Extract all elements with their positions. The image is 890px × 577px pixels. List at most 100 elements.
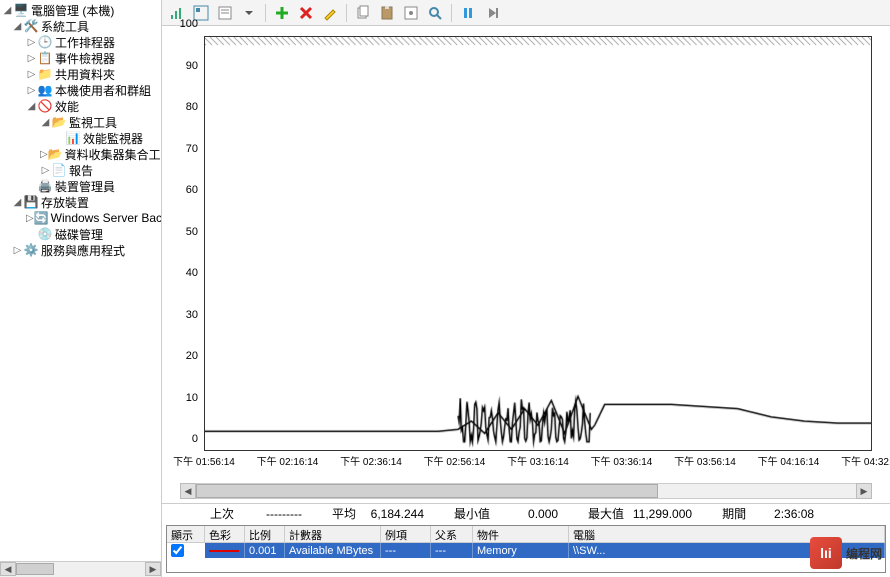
counter-grid[interactable]: 顯示 色彩 比例 計數器 例項 父系 物件 電腦 0.001 Available… (166, 525, 886, 573)
zoom-button[interactable] (424, 2, 446, 24)
services-icon: ⚙️ (23, 242, 39, 258)
stat-last-value: --------- (242, 507, 302, 521)
tree-device-mgr[interactable]: 🖨️裝置管理員 (0, 178, 161, 194)
scroll-right-icon[interactable]: ▶ (145, 562, 161, 576)
x-tick: 下午 02:36:14 (340, 453, 402, 468)
col-show[interactable]: 顯示 (167, 526, 205, 542)
folder-icon: 📂 (51, 114, 67, 130)
stat-last-label: 上次 (210, 505, 234, 522)
tree-hscrollbar[interactable]: ◀ ▶ (0, 561, 161, 577)
stat-avg-label: 平均 (332, 505, 356, 522)
tree-perf-monitor[interactable]: 📊效能監視器 (0, 130, 161, 146)
row-object: Memory (473, 543, 569, 558)
folder-share-icon: 📁 (37, 66, 53, 82)
col-instance[interactable]: 例項 (381, 526, 431, 542)
scroll-track[interactable] (196, 483, 856, 499)
col-parent[interactable]: 父系 (431, 526, 473, 542)
toolbar (162, 0, 890, 26)
row-color-swatch (205, 543, 245, 558)
tree-label: 磁碟管理 (55, 226, 103, 243)
tree-label: 存放裝置 (41, 194, 89, 211)
y-tick: 0 (192, 433, 198, 445)
tree-system-tools[interactable]: ◢🛠️系統工具 (0, 18, 161, 34)
users-icon: 👥 (37, 82, 53, 98)
col-object[interactable]: 物件 (473, 526, 569, 542)
copy-button[interactable] (352, 2, 374, 24)
col-counter[interactable]: 計數器 (285, 526, 381, 542)
tree-shared-folders[interactable]: ▷📁共用資料夾 (0, 66, 161, 82)
stats-row: 上次 --------- 平均 6,184.244 最小值 0.000 最大值 … (162, 503, 890, 523)
separator (451, 4, 452, 22)
backup-icon: 🔄 (34, 210, 49, 226)
x-axis: 下午 01:56:14下午 02:16:14下午 02:36:14下午 02:5… (204, 453, 872, 469)
col-scale[interactable]: 比例 (245, 526, 285, 542)
stat-min-label: 最小值 (454, 505, 490, 522)
row-show-checkbox[interactable] (167, 543, 205, 558)
stat-dur-value: 2:36:08 (754, 507, 814, 521)
tree-root[interactable]: ◢🖥️電腦管理 (本機) (0, 2, 161, 18)
tree-disk-mgmt[interactable]: 💿磁碟管理 (0, 226, 161, 242)
nav-tree[interactable]: ◢🖥️電腦管理 (本機) ◢🛠️系統工具 ▷🕒工作排程器 ▷📋事件檢視器 ▷📁共… (0, 0, 161, 561)
tools-icon: 🛠️ (23, 18, 39, 34)
stat-min-value: 0.000 (498, 507, 558, 521)
row-counter: Available MBytes (285, 543, 381, 558)
properties-button[interactable] (400, 2, 422, 24)
scroll-left-icon[interactable]: ◀ (180, 483, 196, 499)
view-report-button[interactable] (214, 2, 236, 24)
tree-storage[interactable]: ◢💾存放裝置 (0, 194, 161, 210)
chart-area: 0102030405060708090100 下午 01:56:14下午 02:… (162, 26, 890, 481)
scroll-thumb[interactable] (196, 484, 658, 498)
checkbox[interactable] (171, 544, 184, 557)
y-tick: 50 (186, 226, 198, 238)
freeze-button[interactable] (457, 2, 479, 24)
event-icon: 📋 (37, 50, 53, 66)
delete-counter-button[interactable] (295, 2, 317, 24)
counter-row[interactable]: 0.001 Available MBytes --- --- Memory \\… (167, 543, 885, 558)
scroll-right-icon[interactable]: ▶ (856, 483, 872, 499)
y-tick: 80 (186, 101, 198, 113)
separator (346, 4, 347, 22)
tree-task-scheduler[interactable]: ▷🕒工作排程器 (0, 34, 161, 50)
computer-icon: 🖥️ (13, 2, 29, 18)
paste-button[interactable] (376, 2, 398, 24)
y-tick: 60 (186, 184, 198, 196)
disk-icon: 💿 (37, 226, 53, 242)
x-tick: 下午 02:56:14 (424, 453, 486, 468)
y-tick: 40 (186, 267, 198, 279)
scroll-track[interactable] (16, 562, 145, 577)
y-tick: 20 (186, 350, 198, 362)
tree-label: 監視工具 (69, 114, 117, 131)
tree-monitoring-tools[interactable]: ◢📂監視工具 (0, 114, 161, 130)
tree-label: 工作排程器 (55, 34, 115, 51)
add-counter-button[interactable] (271, 2, 293, 24)
grid-header: 顯示 色彩 比例 計數器 例項 父系 物件 電腦 (167, 526, 885, 543)
col-color[interactable]: 色彩 (205, 526, 245, 542)
highlight-button[interactable] (319, 2, 341, 24)
y-tick: 90 (186, 60, 198, 72)
tree-data-collector[interactable]: ▷📂資料收集器集合工具 (0, 146, 161, 162)
row-scale: 0.001 (245, 543, 285, 558)
tree-services[interactable]: ▷⚙️服務與應用程式 (0, 242, 161, 258)
row-computer: \\SW... (569, 543, 885, 558)
view-dropdown-button[interactable] (238, 2, 260, 24)
tree-reports[interactable]: ▷📄報告 (0, 162, 161, 178)
tree-label: Windows Server Backu... (51, 211, 161, 225)
main-panel: 0102030405060708090100 下午 01:56:14下午 02:… (162, 0, 890, 577)
storage-icon: 💾 (23, 194, 39, 210)
x-tick: 下午 03:36:14 (591, 453, 653, 468)
y-tick: 70 (186, 143, 198, 155)
line-chart-canvas (205, 37, 871, 450)
tree-local-users[interactable]: ▷👥本機使用者和群組 (0, 82, 161, 98)
tree-event-viewer[interactable]: ▷📋事件檢視器 (0, 50, 161, 66)
plot-region[interactable] (204, 36, 872, 451)
col-computer[interactable]: 電腦 (569, 526, 885, 542)
scroll-thumb[interactable] (16, 563, 54, 575)
tree-performance[interactable]: ◢🚫效能 (0, 98, 161, 114)
tree-label: 系統工具 (41, 18, 89, 35)
y-tick: 10 (186, 392, 198, 404)
chart-hscrollbar[interactable]: ◀ ▶ (180, 483, 872, 499)
tree-wsb[interactable]: ▷🔄Windows Server Backu... (0, 210, 161, 226)
update-button[interactable] (481, 2, 503, 24)
scroll-left-icon[interactable]: ◀ (0, 562, 16, 576)
tree-label: 資料收集器集合工具 (65, 146, 161, 163)
